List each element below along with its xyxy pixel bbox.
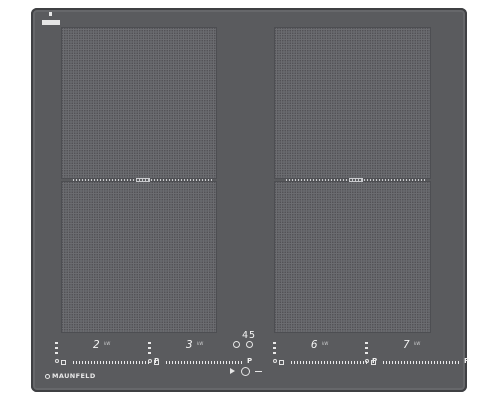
center-controls <box>230 341 267 377</box>
induction-hob: 45 2 kW P 3 kW P 6 kW P 7 kW P MAUNFELD <box>31 8 469 392</box>
power-unit: kW <box>322 341 329 346</box>
zone-led <box>55 352 58 354</box>
cooktop-top-indicator-icon <box>42 12 60 26</box>
bridge-select-icon[interactable] <box>371 360 376 365</box>
cooking-zone-bottom-left <box>61 181 217 333</box>
zone-led <box>148 342 151 344</box>
bridge-icon <box>136 178 150 182</box>
lock-icon[interactable] <box>246 341 253 348</box>
brand-name: MAUNFELD <box>52 372 96 380</box>
zone-led <box>148 347 151 349</box>
power-unit: kW <box>104 341 111 346</box>
bridge-icon <box>349 178 363 182</box>
zone-led <box>273 342 276 344</box>
power-slider[interactable] <box>383 361 459 364</box>
play-icon[interactable] <box>230 368 235 374</box>
bridge-select-icon[interactable] <box>154 360 159 365</box>
cooking-zone-top-right <box>274 27 431 179</box>
power-icon[interactable] <box>241 367 250 376</box>
cooking-zone-top-left <box>61 27 217 179</box>
zone-led <box>365 342 368 344</box>
brand-logo: MAUNFELD <box>45 372 96 380</box>
power-level: 6 <box>311 338 318 351</box>
zone-led <box>55 347 58 349</box>
power-unit: kW <box>197 341 204 346</box>
zone-select-icon[interactable] <box>148 359 152 363</box>
zone-select-icon[interactable] <box>55 359 59 363</box>
power-unit: kW <box>414 341 421 346</box>
bridge-select-icon[interactable] <box>279 360 284 365</box>
power-level: 3 <box>186 338 193 351</box>
zone-select-icon[interactable] <box>365 359 369 363</box>
zone-control-4: 7 kW P <box>363 338 483 378</box>
power-level: 7 <box>403 338 410 351</box>
power-level: 2 <box>93 338 100 351</box>
zone-select-icon[interactable] <box>273 359 277 363</box>
brand-mark-icon <box>45 374 50 379</box>
power-slider[interactable] <box>73 361 149 364</box>
zone-led <box>273 352 276 354</box>
zone-led <box>148 352 151 354</box>
bridge-select-icon[interactable] <box>61 360 66 365</box>
cooking-zone-bottom-right <box>274 181 431 333</box>
boost-button[interactable]: P <box>464 357 469 365</box>
arrow-icon[interactable] <box>255 371 262 372</box>
zone-led <box>273 347 276 349</box>
power-slider[interactable] <box>291 361 367 364</box>
zone-led <box>365 347 368 349</box>
zone-led <box>55 342 58 344</box>
zone-led <box>365 352 368 354</box>
timer-icon[interactable] <box>233 341 240 348</box>
